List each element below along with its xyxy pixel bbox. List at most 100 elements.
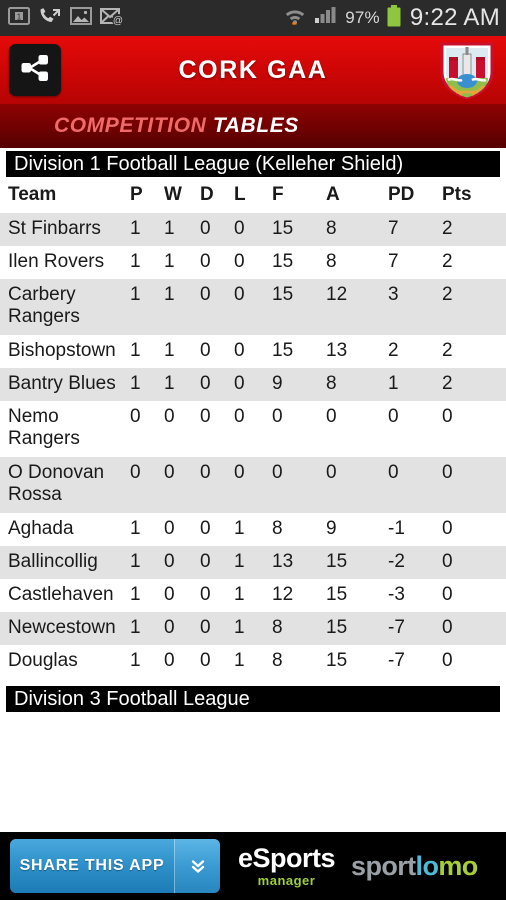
cell-lost: 0 [234, 279, 272, 335]
table-row[interactable]: Nemo Rangers 0 0 0 0 0 0 0 0 [0, 401, 506, 457]
cell-point-difference: 2 [388, 335, 442, 368]
cell-for: 8 [272, 513, 326, 546]
missed-call-icon [38, 6, 62, 31]
cell-for: 15 [272, 246, 326, 279]
cell-drawn: 0 [200, 612, 234, 645]
subheader-word-tables: TABLES [212, 114, 299, 137]
wifi-icon [283, 5, 307, 32]
share-this-app-button[interactable]: SHARE THIS APP [10, 839, 220, 893]
cell-played: 1 [130, 368, 164, 401]
cell-won: 0 [164, 401, 200, 457]
cell-points: 0 [442, 645, 506, 678]
cell-lost: 0 [234, 246, 272, 279]
cell-against: 8 [326, 368, 388, 401]
battery-percent-label: 97% [345, 8, 380, 27]
sim-card-icon: 1 [8, 6, 30, 31]
column-header-against: A [326, 184, 340, 205]
cell-team: Douglas [0, 645, 130, 678]
table-row[interactable]: St Finbarrs 1 1 0 0 15 8 7 2 [0, 213, 506, 246]
cell-lost: 1 [234, 513, 272, 546]
cell-played: 1 [130, 579, 164, 612]
cell-for: 15 [272, 279, 326, 335]
share-button[interactable] [9, 44, 61, 96]
cell-points: 0 [442, 612, 506, 645]
cell-lost: 0 [234, 401, 272, 457]
table-row[interactable]: Bishopstown 1 1 0 0 15 13 2 2 [0, 335, 506, 368]
cell-team: Ballincollig [0, 546, 130, 579]
table-row[interactable]: Douglas 1 0 0 1 8 15 -7 0 [0, 645, 506, 678]
cell-for: 0 [272, 457, 326, 513]
column-header-drawn: D [200, 184, 214, 205]
cell-won: 1 [164, 368, 200, 401]
cell-drawn: 0 [200, 645, 234, 678]
cell-team: O Donovan Rossa [0, 457, 130, 513]
table-row[interactable]: O Donovan Rossa 0 0 0 0 0 0 0 0 [0, 457, 506, 513]
cell-points: 2 [442, 279, 506, 335]
cell-drawn: 0 [200, 401, 234, 457]
esports-manager-logo[interactable]: eSports manager [238, 844, 336, 888]
cell-won: 0 [164, 579, 200, 612]
cork-gaa-crest-icon [436, 40, 498, 100]
table-row[interactable]: Ilen Rovers 1 1 0 0 15 8 7 2 [0, 246, 506, 279]
bottom-ad-banner[interactable]: SHARE THIS APP eSports manager sportlomo [0, 832, 506, 900]
cell-lost: 0 [234, 213, 272, 246]
table-row[interactable]: Bantry Blues 1 1 0 0 9 8 1 2 [0, 368, 506, 401]
cell-played: 0 [130, 457, 164, 513]
cell-points: 0 [442, 546, 506, 579]
cell-lost: 1 [234, 579, 272, 612]
cell-against: 8 [326, 246, 388, 279]
cell-against: 15 [326, 645, 388, 678]
cell-points: 2 [442, 246, 506, 279]
email-icon: @ [100, 6, 126, 31]
cell-point-difference: -2 [388, 546, 442, 579]
cell-played: 1 [130, 612, 164, 645]
table-header-row: Team P W D L F A PD Pts [0, 177, 506, 213]
cell-against: 13 [326, 335, 388, 368]
cell-point-difference: 1 [388, 368, 442, 401]
cell-point-difference: -7 [388, 612, 442, 645]
cell-against: 15 [326, 546, 388, 579]
cell-points: 2 [442, 213, 506, 246]
cell-won: 1 [164, 335, 200, 368]
esports-logo-subtext: manager [257, 872, 316, 888]
table-row[interactable]: Newcestown 1 0 0 1 8 15 -7 0 [0, 612, 506, 645]
cell-won: 0 [164, 513, 200, 546]
share-this-app-label: SHARE THIS APP [10, 839, 174, 893]
table-row[interactable]: Castlehaven 1 0 0 1 12 15 -3 0 [0, 579, 506, 612]
cell-point-difference: 7 [388, 213, 442, 246]
sportlomo-part-mo: mo [438, 850, 478, 881]
cell-team: Bishopstown [0, 335, 130, 368]
cell-for: 12 [272, 579, 326, 612]
sportlomo-logo[interactable]: sportlomo [351, 850, 478, 881]
cell-for: 0 [272, 401, 326, 457]
double-chevron-down-icon[interactable] [174, 839, 220, 893]
sportlomo-part-sport: sport [351, 850, 416, 881]
cell-for: 15 [272, 335, 326, 368]
cell-against: 9 [326, 513, 388, 546]
table-row[interactable]: Carbery Rangers 1 1 0 0 15 12 3 2 [0, 279, 506, 335]
table-row[interactable]: Ballincollig 1 0 0 1 13 15 -2 0 [0, 546, 506, 579]
cell-played: 1 [130, 335, 164, 368]
app-root: 1 @ 97% 9:22 AM CORK GAA COMPETITION TAB… [0, 0, 506, 900]
table-row[interactable]: Aghada 1 0 0 1 8 9 -1 0 [0, 513, 506, 546]
cell-team: Newcestown [0, 612, 130, 645]
cell-lost: 0 [234, 457, 272, 513]
battery-full-icon [386, 4, 402, 33]
status-bar-clock: 9:22 AM [409, 4, 500, 31]
cell-lost: 1 [234, 645, 272, 678]
cell-drawn: 0 [200, 368, 234, 401]
screenshot-image-icon [70, 6, 92, 31]
cell-won: 1 [164, 279, 200, 335]
cell-drawn: 0 [200, 335, 234, 368]
cell-played: 1 [130, 279, 164, 335]
cell-drawn: 0 [200, 513, 234, 546]
cell-point-difference: 3 [388, 279, 442, 335]
android-status-bar: 1 @ 97% 9:22 AM [0, 0, 506, 36]
cell-lost: 1 [234, 612, 272, 645]
column-header-points: Pts [442, 184, 472, 205]
cell-lost: 0 [234, 368, 272, 401]
cell-played: 1 [130, 246, 164, 279]
standings-scroll-area[interactable]: Division 1 Football League (Kelleher Shi… [0, 148, 506, 900]
cell-drawn: 0 [200, 246, 234, 279]
cell-point-difference: 0 [388, 457, 442, 513]
